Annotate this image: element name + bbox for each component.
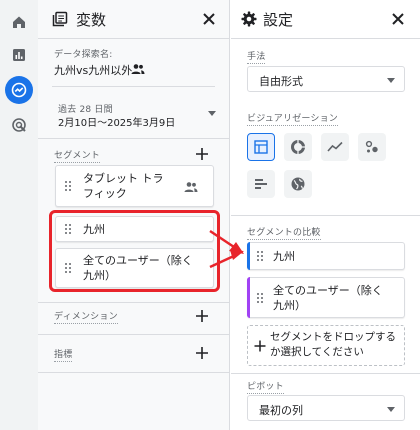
app-root: 変数 データ探索名: 九州vs九州以外 過去 28 日間 2月10日〜2025年… [0,0,420,430]
arrow-line [209,229,235,249]
arrow-head [230,250,244,260]
annotation-arrows [209,229,244,269]
